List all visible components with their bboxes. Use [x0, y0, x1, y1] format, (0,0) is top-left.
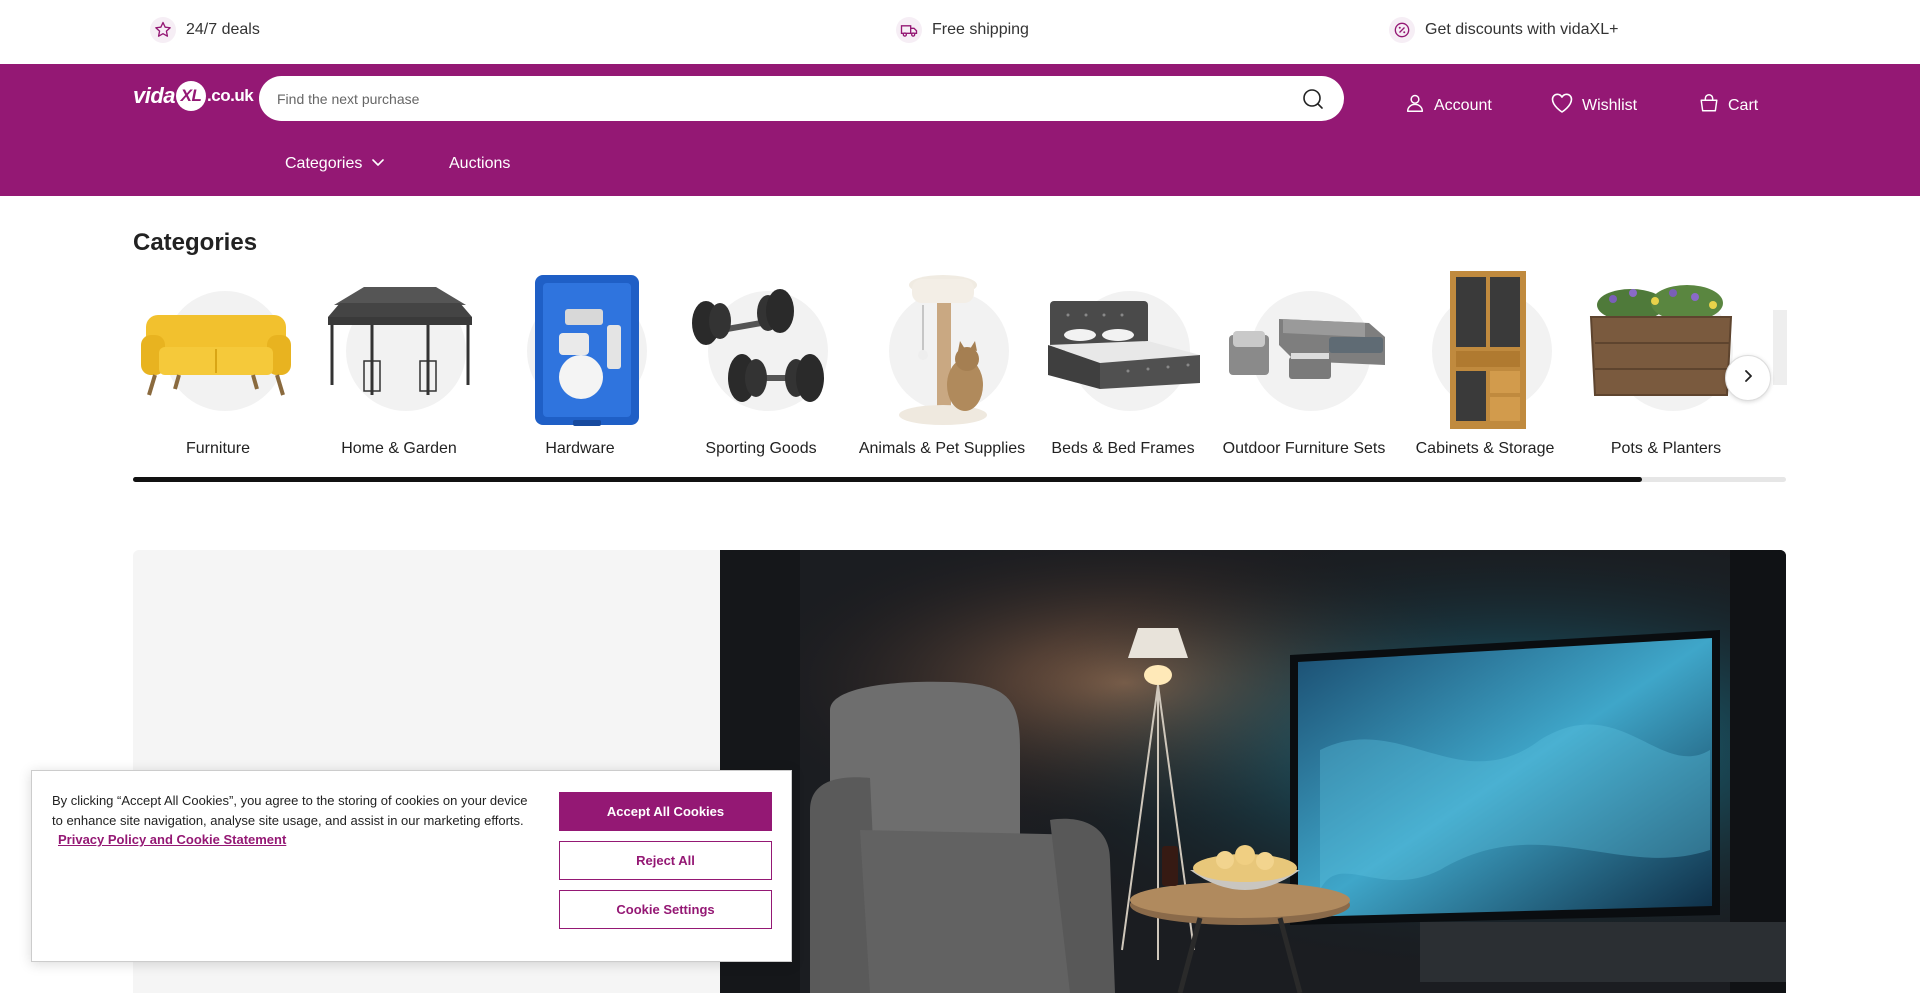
usp-shipping-text: Free shipping — [932, 21, 1029, 38]
category-home-garden[interactable]: Home & Garden — [314, 265, 484, 465]
category-furniture[interactable]: Furniture — [133, 265, 303, 465]
nav-auctions-label: Auctions — [449, 155, 511, 172]
cart-basket-icon — [1698, 92, 1720, 119]
categories-carousel: Furniture Home & Garden Hardware Sportin… — [133, 265, 1786, 465]
cart-link[interactable]: Cart — [1698, 92, 1758, 119]
gazebo-icon — [328, 287, 472, 395]
category-label: Cabinets & Storage — [1415, 440, 1555, 457]
accept-all-cookies-button[interactable]: Accept All Cookies — [559, 792, 772, 831]
category-beds-bed-frames[interactable]: Beds & Bed Frames — [1038, 265, 1208, 465]
star-icon — [150, 17, 176, 43]
category-label: Hardware — [545, 440, 615, 457]
carousel-scrollbar[interactable] — [133, 477, 1786, 482]
planter-icon — [1589, 285, 1733, 396]
category-outdoor-furniture-sets[interactable]: Outdoor Furniture Sets — [1219, 265, 1389, 465]
carousel-next-item-preview — [1773, 310, 1787, 385]
reject-all-button[interactable]: Reject All — [559, 841, 772, 880]
cabinet-icon — [1450, 271, 1526, 429]
cookie-consent-text: By clicking “Accept All Cookies”, you ag… — [52, 791, 532, 850]
carousel-next-button[interactable] — [1725, 355, 1771, 401]
privacy-policy-link[interactable]: Privacy Policy and Cookie Statement — [58, 832, 286, 847]
discount-percent-icon — [1389, 17, 1415, 43]
nav-categories[interactable]: Categories — [285, 148, 386, 180]
bed-icon — [1048, 301, 1200, 389]
category-label: Beds & Bed Frames — [1051, 440, 1195, 457]
usp-deals: 24/7 deals — [150, 0, 260, 60]
usp-bar: 24/7 deals Free shipping Get discounts w… — [0, 0, 1920, 64]
usp-shipping: Free shipping — [896, 0, 1029, 60]
logo-prefix: vida — [133, 83, 176, 108]
chevron-down-icon — [370, 154, 386, 175]
logo-suffix: .co.uk — [207, 86, 254, 105]
category-label: Outdoor Furniture Sets — [1222, 440, 1386, 457]
toolcase-icon — [535, 275, 639, 426]
account-link[interactable]: Account — [1404, 92, 1492, 119]
hero-image — [720, 550, 1786, 993]
vidaxl-logo[interactable]: vida XL .co.uk — [133, 78, 254, 114]
delivery-truck-icon — [896, 17, 922, 43]
search-bar — [259, 76, 1344, 121]
category-label: Pots & Planters — [1610, 440, 1722, 457]
cookie-consent-message: By clicking “Accept All Cookies”, you ag… — [52, 793, 528, 828]
category-label: Home & Garden — [341, 440, 457, 457]
cart-label: Cart — [1728, 96, 1759, 114]
nav-categories-label: Categories — [285, 155, 363, 172]
usp-discounts: Get discounts with vidaXL+ — [1389, 0, 1618, 60]
main-nav: Categories Auctions — [0, 148, 1920, 180]
wishlist-label: Wishlist — [1582, 96, 1638, 114]
account-label: Account — [1434, 96, 1492, 114]
category-label: Sporting Goods — [705, 440, 817, 457]
category-animals-pet-supplies[interactable]: Animals & Pet Supplies — [857, 265, 1027, 465]
category-pots-planters[interactable]: Pots & Planters — [1581, 265, 1751, 465]
user-icon — [1404, 92, 1426, 119]
usp-discounts-text: Get discounts with vidaXL+ — [1425, 21, 1619, 38]
nav-auctions[interactable]: Auctions — [449, 148, 510, 180]
category-sporting-goods[interactable]: Sporting Goods — [676, 265, 846, 465]
cookie-settings-button[interactable]: Cookie Settings — [559, 890, 772, 929]
search-icon[interactable] — [1300, 86, 1326, 112]
site-header: vidaXL.co.uk Account Wishlist Cart Categ… — [0, 64, 1920, 196]
wishlist-link[interactable]: Wishlist — [1550, 92, 1637, 119]
dumbbell-icon — [692, 289, 824, 402]
cat-tree-icon — [899, 275, 987, 425]
carousel-scrollbar-thumb[interactable] — [133, 477, 1643, 482]
search-input[interactable] — [277, 90, 1300, 107]
logo-badge: XL — [176, 81, 207, 111]
category-cabinets-storage[interactable]: Cabinets & Storage — [1400, 265, 1570, 465]
sofa-icon — [141, 315, 291, 396]
chevron-right-icon — [1740, 368, 1756, 389]
usp-deals-text: 24/7 deals — [186, 21, 260, 38]
heart-icon — [1550, 92, 1574, 119]
category-hardware[interactable]: Hardware — [495, 265, 665, 465]
living-room-tv-image — [720, 550, 1786, 993]
cookie-consent-banner: By clicking “Accept All Cookies”, you ag… — [31, 770, 792, 962]
category-label: Animals & Pet Supplies — [858, 440, 1026, 457]
lounge-set-icon — [1229, 319, 1385, 379]
categories-heading: Categories — [133, 229, 258, 256]
